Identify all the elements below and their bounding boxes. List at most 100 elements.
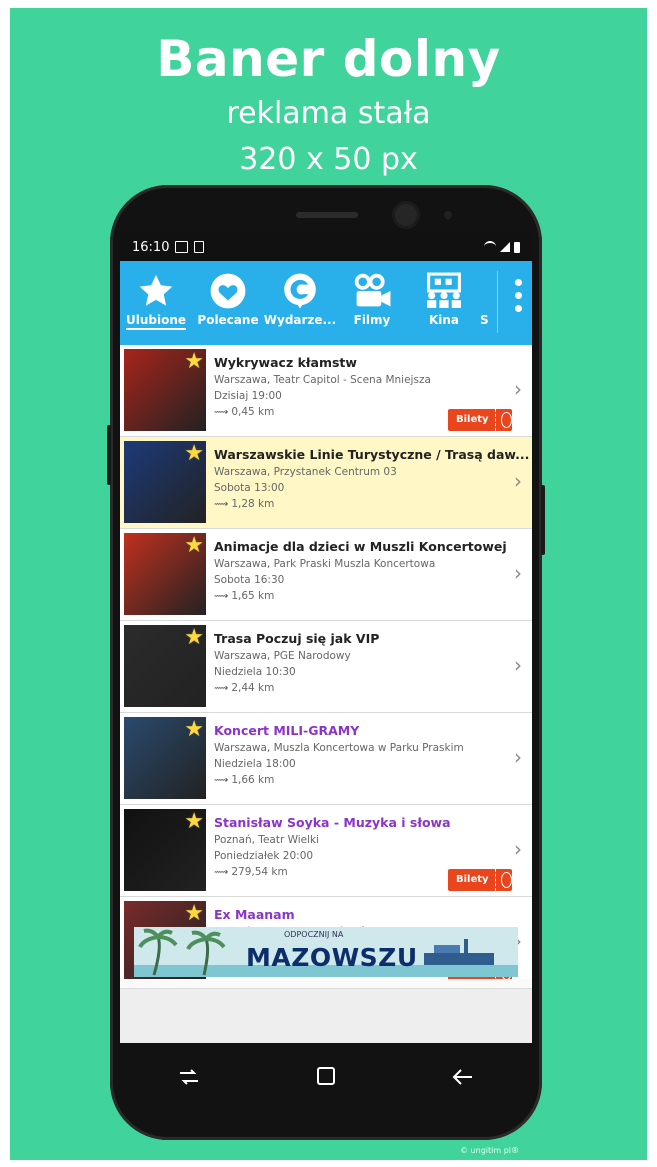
list-item[interactable]: ★ Warszawskie Linie Turystyczne / Trasą …	[120, 437, 532, 529]
event-venue: Warszawa, Teatr Capitol - Scena Mniejsza	[214, 374, 431, 386]
phone-screen: 16:10 Ulubione Polecane Wydarze... Filmy…	[120, 233, 532, 1043]
chevron-right-icon: ›	[514, 653, 522, 677]
favorite-star-icon[interactable]: ★	[184, 443, 204, 465]
battery-icon	[514, 241, 520, 253]
tab-partial[interactable]: S	[480, 261, 494, 345]
list-item[interactable]: ★ Stanisław Soyka - Muzyka i słowa Pozna…	[120, 805, 532, 897]
tickets-label: Bilety	[448, 409, 496, 431]
ad-footer-strip	[120, 979, 532, 987]
list-item[interactable]: ★ Trasa Poczuj się jak VIP Warszawa, PGE…	[120, 621, 532, 713]
event-title: Ex Maanam	[214, 907, 295, 922]
event-title: Stanisław Soyka - Muzyka i słowa	[214, 815, 451, 830]
home-icon[interactable]	[306, 1064, 346, 1092]
tickets-button[interactable]: Bilety	[448, 869, 512, 891]
tab-kina[interactable]: Kina	[408, 261, 480, 345]
favorite-star-icon[interactable]: ★	[184, 535, 204, 557]
event-title: Animacje dla dzieci w Muszli Koncertowej	[214, 539, 507, 554]
favorite-star-icon[interactable]: ★	[184, 903, 204, 925]
more-options-icon[interactable]	[512, 279, 524, 312]
event-thumbnail: ★	[124, 717, 206, 799]
signal-icon	[500, 242, 510, 252]
favorite-star-icon[interactable]: ★	[184, 351, 204, 373]
distance-icon: ⟿	[214, 775, 229, 786]
volume-button	[107, 425, 111, 485]
chevron-right-icon: ›	[514, 469, 522, 493]
event-list: ★ Wykrywacz kłamstw Warszawa, Teatr Capi…	[120, 345, 532, 989]
phone-mockup: 16:10 Ulubione Polecane Wydarze... Filmy…	[107, 185, 545, 1140]
ad-text: MAZOWSZU	[246, 943, 418, 972]
event-venue: Poznań, Teatr Wielki	[214, 834, 320, 846]
tickets-label: Bilety	[448, 869, 496, 891]
back-icon[interactable]	[443, 1064, 483, 1092]
star-icon	[136, 271, 176, 311]
event-time: Dzisiaj 19:00	[214, 390, 282, 402]
favorite-star-icon[interactable]: ★	[184, 719, 204, 741]
front-camera	[395, 204, 417, 226]
list-item[interactable]: ★ Wykrywacz kłamstw Warszawa, Teatr Capi…	[120, 345, 532, 437]
promo-size: 320 x 50 px	[239, 142, 418, 177]
tickets-button[interactable]: Bilety	[448, 409, 512, 431]
event-time: Niedziela 18:00	[214, 758, 296, 770]
earpiece	[296, 212, 358, 218]
list-item[interactable]: ★ Animacje dla dzieci w Muszli Koncertow…	[120, 529, 532, 621]
ad-small-text: ODPOCZNIJ NA	[284, 930, 344, 939]
status-bar: 16:10	[120, 233, 532, 261]
tab-wydarzenia[interactable]: Wydarze...	[264, 261, 336, 345]
event-time: Sobota 16:30	[214, 574, 285, 586]
proximity-sensor	[444, 211, 452, 219]
ticket-provider-icon	[500, 412, 512, 428]
status-time: 16:10	[132, 239, 170, 255]
event-venue: Warszawa, Park Praski Muszla Koncertowa	[214, 558, 436, 570]
distance-icon: ⟿	[214, 683, 229, 694]
tab-filmy[interactable]: Filmy	[336, 261, 408, 345]
favorite-star-icon[interactable]: ★	[184, 811, 204, 833]
tab-bar: Ulubione Polecane Wydarze... Filmy Kina …	[120, 261, 532, 345]
event-title: Koncert MILI-GRAMY	[214, 723, 360, 738]
gallery-icon	[175, 241, 189, 253]
distance-icon: ⟿	[214, 867, 229, 878]
event-venue: Warszawa, PGE Narodowy	[214, 650, 351, 662]
toolbar-divider	[497, 271, 498, 333]
copyright: © ungitim pl®	[460, 1146, 519, 1155]
favorite-star-icon[interactable]: ★	[184, 627, 204, 649]
event-icon	[280, 271, 320, 311]
wifi-icon	[484, 241, 496, 253]
tab-ulubione[interactable]: Ulubione	[120, 261, 192, 345]
event-thumbnail: ★	[124, 533, 206, 615]
chevron-right-icon: ›	[514, 561, 522, 585]
recent-apps-icon[interactable]	[169, 1064, 209, 1092]
distance-icon: ⟿	[214, 591, 229, 602]
event-thumbnail: ★	[124, 441, 206, 523]
event-title: Wykrywacz kłamstw	[214, 355, 357, 370]
tab-polecane[interactable]: Polecane	[192, 261, 264, 345]
chevron-right-icon: ›	[514, 745, 522, 769]
list-item[interactable]: ★ Koncert MILI-GRAMY Warszawa, Muszla Ko…	[120, 713, 532, 805]
event-title: Trasa Poczuj się jak VIP	[214, 631, 380, 646]
promo-subtitle: reklama stała	[226, 96, 431, 131]
event-thumbnail: ★	[124, 625, 206, 707]
event-time: Poniedziałek 20:00	[214, 850, 314, 862]
event-venue: Warszawa, Muszla Koncertowa w Parku Pras…	[214, 742, 464, 754]
event-title: Warszawskie Linie Turystyczne / Trasą da…	[214, 447, 530, 462]
heart-icon	[208, 271, 248, 311]
event-distance: ⟿ 1,28 km	[214, 498, 275, 510]
video-camera-icon	[352, 271, 392, 311]
event-time: Sobota 13:00	[214, 482, 285, 494]
event-thumbnail: ★	[124, 349, 206, 431]
event-distance: ⟿ 1,66 km	[214, 774, 275, 786]
event-distance: ⟿ 1,65 km	[214, 590, 275, 602]
android-nav-bar	[120, 1043, 532, 1113]
cinema-icon	[424, 271, 464, 311]
distance-icon: ⟿	[214, 499, 229, 510]
event-venue: Warszawa, Przystanek Centrum 03	[214, 466, 397, 478]
notification-icon	[194, 241, 205, 253]
power-button	[541, 485, 545, 555]
event-distance: ⟿ 2,44 km	[214, 682, 275, 694]
ad-banner[interactable]: ODPOCZNIJ NA MAZOWSZU	[134, 927, 518, 977]
distance-icon: ⟿	[214, 407, 229, 418]
chevron-right-icon: ›	[514, 377, 522, 401]
event-thumbnail: ★	[124, 809, 206, 891]
event-time: Niedziela 10:30	[214, 666, 296, 678]
chevron-right-icon: ›	[514, 837, 522, 861]
ticket-provider-icon	[500, 872, 512, 888]
